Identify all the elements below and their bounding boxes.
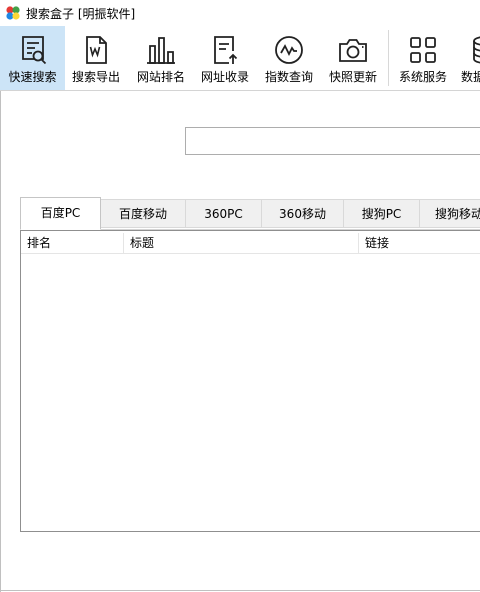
index-query-button[interactable]: 指数查询 <box>258 26 320 90</box>
tab-label: 360移动 <box>279 207 326 221</box>
tab-label: 搜狗PC <box>361 207 402 221</box>
column-header-link[interactable]: 链接 <box>359 233 480 253</box>
tab-label: 百度PC <box>40 206 81 220</box>
tab-baidu-pc[interactable]: 百度PC <box>20 197 101 230</box>
quick-search-label: 快速搜索 <box>8 70 57 84</box>
camera-icon <box>339 39 367 62</box>
snapshot-update-label: 快照更新 <box>328 70 377 84</box>
frame-left-border <box>0 91 1 592</box>
tab-baidu-mobile[interactable]: 百度移动 <box>100 199 186 228</box>
url-index-button[interactable]: 网址收录 <box>194 26 256 90</box>
tab-sogou-mobile[interactable]: 搜狗移动 <box>419 199 480 228</box>
toolbar: 快速搜索 搜索导出 网站排名 网址收录 指数查询 快照更新 系统服务 数据 <box>0 26 480 90</box>
app-logo-icon <box>6 6 20 20</box>
search-input[interactable] <box>185 127 480 155</box>
data-button[interactable]: 数据 <box>456 26 480 90</box>
document-upload-icon <box>214 36 238 64</box>
quick-search-icon <box>21 36 46 65</box>
url-index-label: 网址收录 <box>200 70 249 84</box>
system-service-label: 系统服务 <box>398 70 447 84</box>
data-label: 数据 <box>461 70 480 84</box>
site-ranking-label: 网站排名 <box>136 70 185 84</box>
site-ranking-button[interactable]: 网站排名 <box>130 26 192 90</box>
trend-circle-icon <box>275 36 303 64</box>
frame-bottom-border <box>0 590 480 591</box>
system-service-button[interactable]: 系统服务 <box>392 26 454 90</box>
search-export-label: 搜索导出 <box>71 70 120 84</box>
table-header: 排名 标题 链接 <box>21 233 480 254</box>
toolbar-divider <box>0 90 480 91</box>
quick-search-button[interactable]: 快速搜索 <box>0 26 65 90</box>
column-header-rank[interactable]: 排名 <box>21 233 124 253</box>
tab-label: 360PC <box>204 207 243 221</box>
tab-360-pc[interactable]: 360PC <box>185 199 262 228</box>
tab-360-mobile[interactable]: 360移动 <box>261 199 344 228</box>
word-export-icon <box>86 36 107 64</box>
tab-sogou-pc[interactable]: 搜狗PC <box>343 199 420 228</box>
tab-label: 搜狗移动 <box>434 207 480 221</box>
search-export-button[interactable]: 搜索导出 <box>65 26 127 90</box>
grid-icon <box>410 37 436 63</box>
snapshot-update-button[interactable]: 快照更新 <box>322 26 384 90</box>
index-query-label: 指数查询 <box>264 70 313 84</box>
results-table[interactable]: 排名 标题 链接 <box>20 230 480 532</box>
search-engine-tabs: 百度PC 百度移动 360PC 360移动 搜狗PC 搜狗移动 <box>20 197 480 230</box>
window-title: 搜索盒子 [明振软件] <box>26 7 136 21</box>
toolbar-separator <box>388 30 389 86</box>
bar-chart-icon <box>147 37 175 64</box>
title-bar: 搜索盒子 [明振软件] <box>0 0 480 26</box>
tab-label: 百度移动 <box>118 207 167 221</box>
database-icon <box>473 36 480 64</box>
column-header-title[interactable]: 标题 <box>124 233 359 253</box>
